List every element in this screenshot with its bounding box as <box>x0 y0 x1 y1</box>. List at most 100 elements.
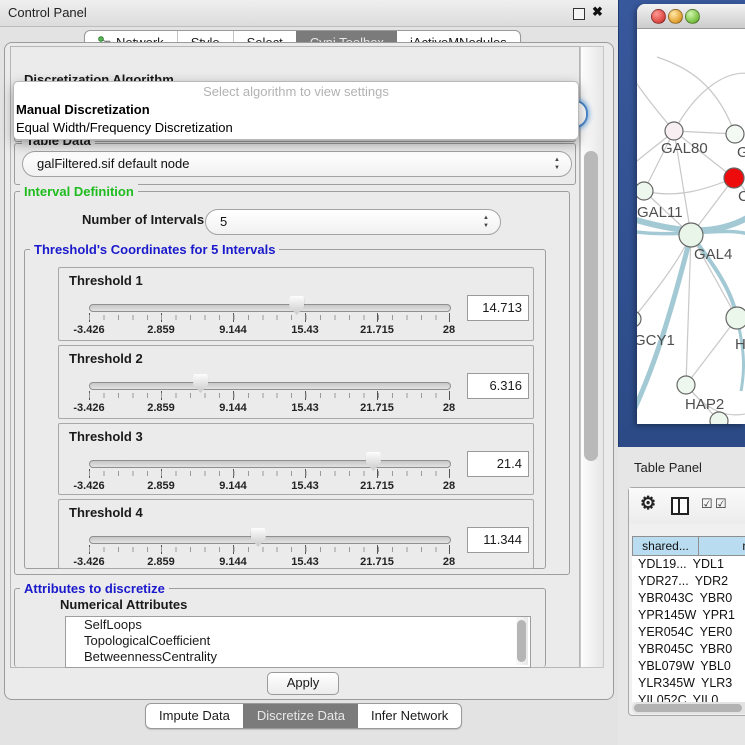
table-panel: Table Panel ⚙ ☑ ☑ shared... na... YDL19.… <box>618 447 745 745</box>
node-label-partial-g: GA <box>737 144 745 161</box>
close-traffic-light[interactable] <box>651 9 666 24</box>
threshold-2-slider-track[interactable] <box>89 382 451 390</box>
network-node-gal4[interactable] <box>679 223 703 247</box>
network-node-gcy1[interactable] <box>637 311 641 327</box>
spinner-arrows-icon: ▲ ▼ <box>483 214 489 230</box>
table-cell[interactable]: YBR043C <box>632 590 694 607</box>
tick-label: 2.859 <box>147 480 175 492</box>
tick-label: 28 <box>443 402 455 414</box>
table-cell[interactable]: YDL19... <box>632 556 687 573</box>
tab-impute-data-label: Impute Data <box>159 704 230 728</box>
network-node-gal11[interactable] <box>637 182 653 200</box>
table-cell[interactable]: YBR0 <box>694 641 745 658</box>
network-node-partial-top[interactable] <box>726 125 744 143</box>
scrollbar-thumb[interactable] <box>517 620 526 662</box>
table-row[interactable]: YIL052CYIL0 <box>632 692 745 702</box>
network-window-titlebar[interactable] <box>637 4 745 29</box>
apply-button[interactable]: Apply <box>267 672 339 695</box>
threshold-3-value-field[interactable]: 21.4 <box>467 451 529 477</box>
node-label-gal80: GAL80 <box>661 140 708 157</box>
table-row[interactable]: YBL079WYBL0 <box>632 658 745 675</box>
tick-label: 21.715 <box>360 324 394 336</box>
threshold-4-value-field[interactable]: 11.344 <box>467 527 529 553</box>
float-window-icon[interactable] <box>573 8 585 20</box>
table-cell[interactable]: YER0 <box>694 624 745 641</box>
network-node-red[interactable] <box>724 168 744 188</box>
node-label-hap2: HAP2 <box>685 396 724 413</box>
table-row[interactable]: YLR345WYLR3 <box>632 675 745 692</box>
gear-icon[interactable]: ⚙ <box>640 493 656 514</box>
tick-label: 28 <box>443 556 455 568</box>
scrollbar-thumb[interactable] <box>584 151 598 461</box>
threshold-3-label: Threshold 3 <box>69 429 143 444</box>
tick-label: -3.426 <box>73 480 104 492</box>
tick-label: 21.715 <box>360 556 394 568</box>
spinner-down-icon: ▼ <box>554 164 560 172</box>
table-cell[interactable]: YER054C <box>632 624 694 641</box>
threshold-3-slider-track[interactable] <box>89 460 451 468</box>
table-cell[interactable]: YPR1 <box>696 607 745 624</box>
column-header-shared-name[interactable]: shared... <box>632 536 699 556</box>
table-cell[interactable]: YBL079W <box>632 658 694 675</box>
table-cell[interactable]: YIL052C <box>632 692 687 702</box>
main-vertical-scrollbar[interactable] <box>580 46 604 668</box>
list-item[interactable]: TopologicalCoefficient <box>66 633 530 649</box>
network-node-partial-bottom[interactable] <box>710 412 728 424</box>
table-cell[interactable]: YDL1 <box>687 556 745 573</box>
cyni-mode-tabs: Impute Data Discretize Data Infer Networ… <box>145 703 462 729</box>
tick-label: -3.426 <box>73 324 104 336</box>
table-cell[interactable]: YBR045C <box>632 641 694 658</box>
network-canvas[interactable]: GAL80 GA C GAL11 GAL4 GCY1 H HAP2 <box>637 29 745 424</box>
table-cell[interactable]: YLR345W <box>632 675 695 692</box>
table-cell[interactable]: YPR145W <box>632 607 696 624</box>
table-cell[interactable]: YDR2 <box>689 573 745 590</box>
table-row[interactable]: YBR045CYBR0 <box>632 641 745 658</box>
checkbox-icon[interactable]: ☑ <box>715 496 727 512</box>
threshold-panel-1: Threshold 1 -3.426 2.859 9.144 15.43 21.… <box>58 267 534 341</box>
network-graph: GAL80 GA C GAL11 GAL4 GCY1 H HAP2 <box>637 29 745 424</box>
attributes-list-scrollbar[interactable] <box>516 617 528 665</box>
dropdown-option-manual-discretization[interactable]: Manual Discretization <box>14 101 578 119</box>
tab-impute-data[interactable]: Impute Data <box>146 704 243 728</box>
table-cell[interactable]: YLR3 <box>695 675 745 692</box>
tick-label: 28 <box>443 324 455 336</box>
table-row[interactable]: YBR043CYBR0 <box>632 590 745 607</box>
table-row[interactable]: YPR145WYPR1 <box>632 607 745 624</box>
table-data-combobox[interactable]: galFiltered.sif default node ▲ ▼ <box>22 151 572 177</box>
threshold-1-slider-track[interactable] <box>89 304 451 312</box>
table-cell[interactable]: YDR27... <box>632 573 689 590</box>
network-node-hap2[interactable] <box>677 376 695 394</box>
tab-discretize-data[interactable]: Discretize Data <box>243 704 358 728</box>
tick-label: 15.43 <box>291 324 319 336</box>
threshold-panel-2: Threshold 2 -3.426 2.859 9.144 15.43 21.… <box>58 345 534 419</box>
numerical-attributes-list[interactable]: SelfLoops TopologicalCoefficient Between… <box>65 616 531 668</box>
table-cell[interactable]: YIL0 <box>687 692 745 702</box>
table-header-row: shared... na... <box>632 536 745 556</box>
tick-label: 9.144 <box>219 324 247 336</box>
table-cell[interactable]: YBL0 <box>694 658 745 675</box>
dropdown-option-equal-width[interactable]: Equal Width/Frequency Discretization <box>14 119 578 137</box>
split-columns-icon[interactable] <box>671 497 689 515</box>
column-header-name[interactable]: na... <box>699 536 745 556</box>
threshold-2-value-field[interactable]: 6.316 <box>467 373 529 399</box>
checkbox-icon[interactable]: ☑ <box>701 496 713 512</box>
network-view-window[interactable]: GAL80 GA C GAL11 GAL4 GCY1 H HAP2 <box>637 4 745 424</box>
table-row[interactable]: YDL19...YDL1 <box>632 556 745 573</box>
list-item[interactable]: BetweennessCentrality <box>66 649 530 665</box>
table-row[interactable]: YDR27...YDR2 <box>632 573 745 590</box>
tab-infer-network[interactable]: Infer Network <box>358 704 461 728</box>
num-intervals-combobox[interactable]: 5 ▲ ▼ <box>205 209 501 235</box>
table-cell[interactable]: YBR0 <box>694 590 745 607</box>
tick-label: 21.715 <box>360 402 394 414</box>
table-row[interactable]: YER054CYER0 <box>632 624 745 641</box>
network-node-h[interactable] <box>726 307 745 329</box>
scrollbar-thumb[interactable] <box>634 704 742 712</box>
threshold-4-slider-track[interactable] <box>89 536 451 544</box>
threshold-1-value-field[interactable]: 14.713 <box>467 295 529 321</box>
close-icon[interactable]: ✖ <box>592 4 603 20</box>
list-item[interactable]: SelfLoops <box>66 617 530 633</box>
zoom-traffic-light[interactable] <box>685 9 700 24</box>
minimize-traffic-light[interactable] <box>668 9 683 24</box>
table-horizontal-scrollbar[interactable] <box>632 702 745 714</box>
network-node-gal80[interactable] <box>665 122 683 140</box>
